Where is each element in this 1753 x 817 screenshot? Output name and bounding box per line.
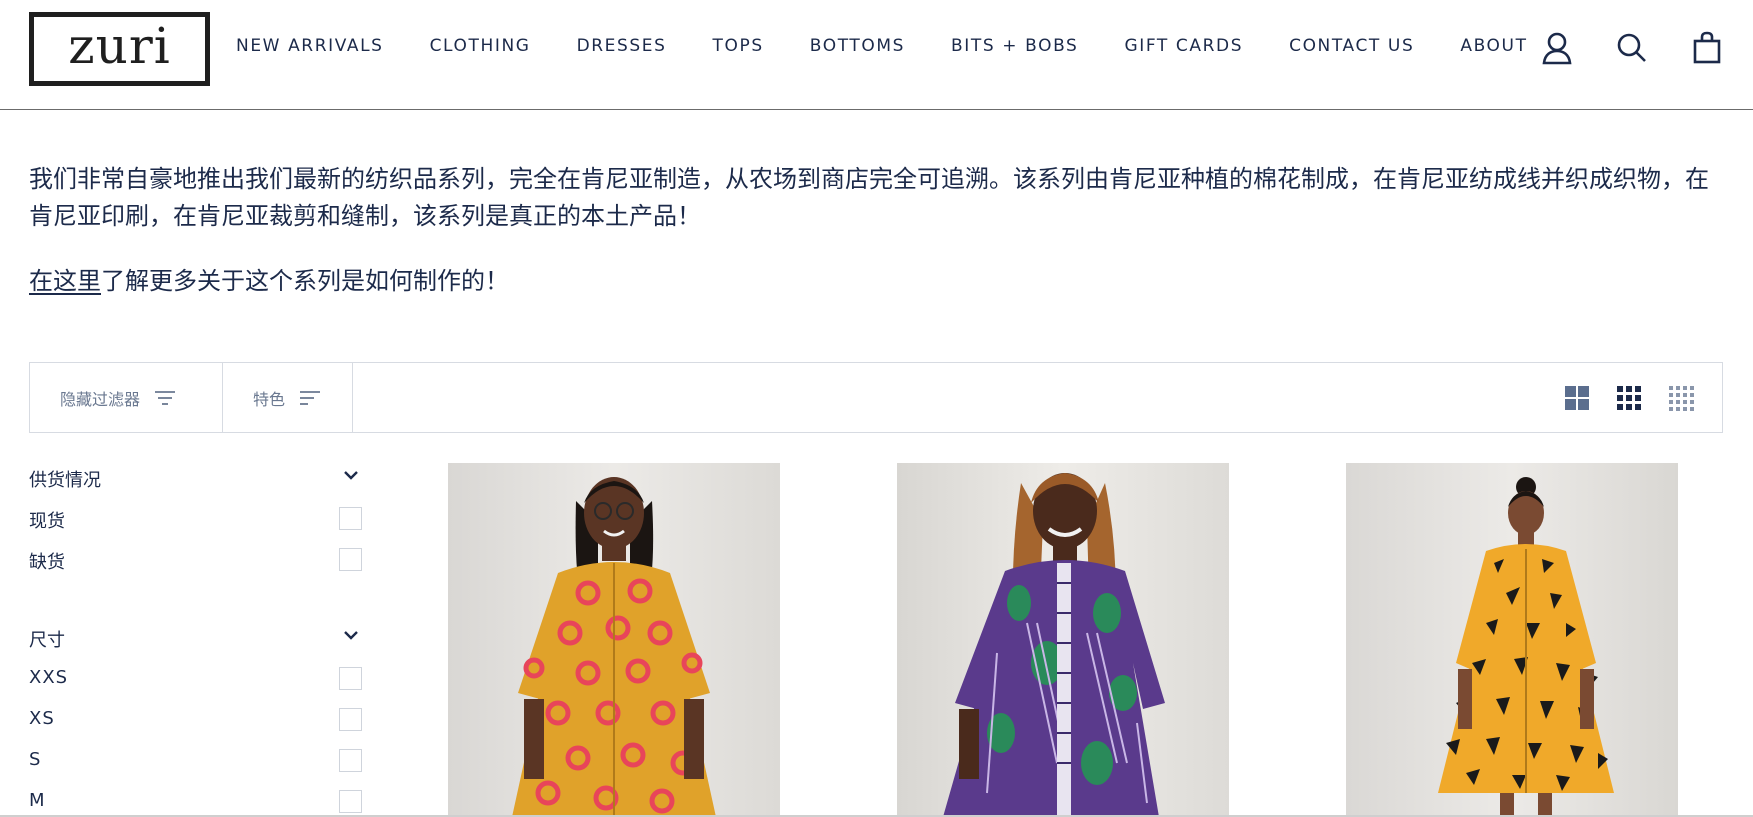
product-photo-yellow-pink-dress	[448, 463, 780, 817]
filter-option-label: XS	[29, 708, 55, 729]
sort-icon	[300, 390, 321, 405]
site-header: zuri NEW ARRIVALS CLOTHING DRESSES TOPS …	[0, 0, 1753, 110]
checkbox[interactable]	[339, 790, 362, 813]
main-nav: NEW ARRIVALS CLOTHING DRESSES TOPS BOTTO…	[236, 36, 1574, 56]
account-icon[interactable]	[1539, 28, 1575, 68]
nav-gift-cards[interactable]: GIFT CARDS	[1124, 36, 1243, 56]
filter-option-s[interactable]: S	[29, 749, 363, 775]
checkbox[interactable]	[339, 548, 362, 571]
hide-filters-button[interactable]: 隐藏过滤器	[30, 363, 223, 432]
logo-text: zuri	[68, 17, 171, 75]
chevron-down-icon[interactable]	[343, 628, 359, 646]
filter-option-label: XXS	[29, 667, 69, 688]
nav-new-arrivals[interactable]: NEW ARRIVALS	[236, 36, 384, 56]
learn-more-link[interactable]: 在这里	[29, 267, 101, 295]
nav-clothing[interactable]: CLOTHING	[430, 36, 531, 56]
product-card-image[interactable]	[448, 463, 780, 817]
product-card-image[interactable]	[897, 463, 1229, 817]
sort-label: 特色	[253, 389, 286, 409]
checkbox[interactable]	[339, 708, 362, 731]
learn-more-line: 在这里了解更多关于这个系列是如何制作的！	[29, 263, 509, 300]
collection-description: 我们非常自豪地推出我们最新的纺织品系列，完全在肯尼亚制造，从农场到商店完全可追溯…	[29, 165, 1709, 230]
grid-4-icon[interactable]	[1668, 385, 1694, 411]
sort-button[interactable]: 特色	[223, 363, 353, 432]
product-photo-purple-dress	[897, 463, 1229, 817]
cart-icon[interactable]	[1689, 28, 1725, 68]
checkbox[interactable]	[339, 749, 362, 772]
collection-toolbar: 隐藏过滤器 特色	[29, 362, 1723, 433]
nav-dresses[interactable]: DRESSES	[577, 36, 667, 56]
grid-3-icon[interactable]	[1616, 385, 1642, 411]
nav-contact-us[interactable]: CONTACT US	[1289, 36, 1414, 56]
filter-option-label: S	[29, 749, 42, 770]
hide-filters-label: 隐藏过滤器	[60, 389, 141, 409]
filter-option-label: M	[29, 790, 46, 811]
filter-option-out-of-stock[interactable]: 缺货	[29, 548, 363, 574]
zuri-logo[interactable]: zuri	[29, 12, 210, 86]
filter-option-m[interactable]: M	[29, 790, 363, 816]
nav-bottoms[interactable]: BOTTOMS	[810, 36, 905, 56]
search-icon[interactable]	[1614, 28, 1650, 68]
filter-option-label: 现货	[29, 511, 65, 532]
filter-option-label: 缺货	[29, 552, 65, 573]
nav-about[interactable]: ABOUT	[1460, 36, 1527, 56]
checkbox[interactable]	[339, 507, 362, 530]
nav-bits-bobs[interactable]: BITS + BOBS	[951, 36, 1078, 56]
size-title[interactable]: 尺寸	[29, 626, 65, 652]
availability-title[interactable]: 供货情况	[29, 466, 101, 492]
checkbox[interactable]	[339, 667, 362, 690]
chevron-down-icon[interactable]	[343, 468, 359, 486]
filter-icon	[155, 390, 176, 405]
learn-more-suffix: 了解更多关于这个系列是如何制作的！	[101, 267, 509, 295]
product-photo-yellow-black-dress	[1346, 463, 1678, 817]
filter-option-in-stock[interactable]: 现货	[29, 507, 363, 533]
filter-option-xs[interactable]: XS	[29, 708, 363, 734]
filter-option-xxs[interactable]: XXS	[29, 667, 363, 693]
grid-2-icon[interactable]	[1564, 385, 1590, 411]
nav-tops[interactable]: TOPS	[713, 36, 764, 56]
product-card-image[interactable]	[1346, 463, 1678, 817]
